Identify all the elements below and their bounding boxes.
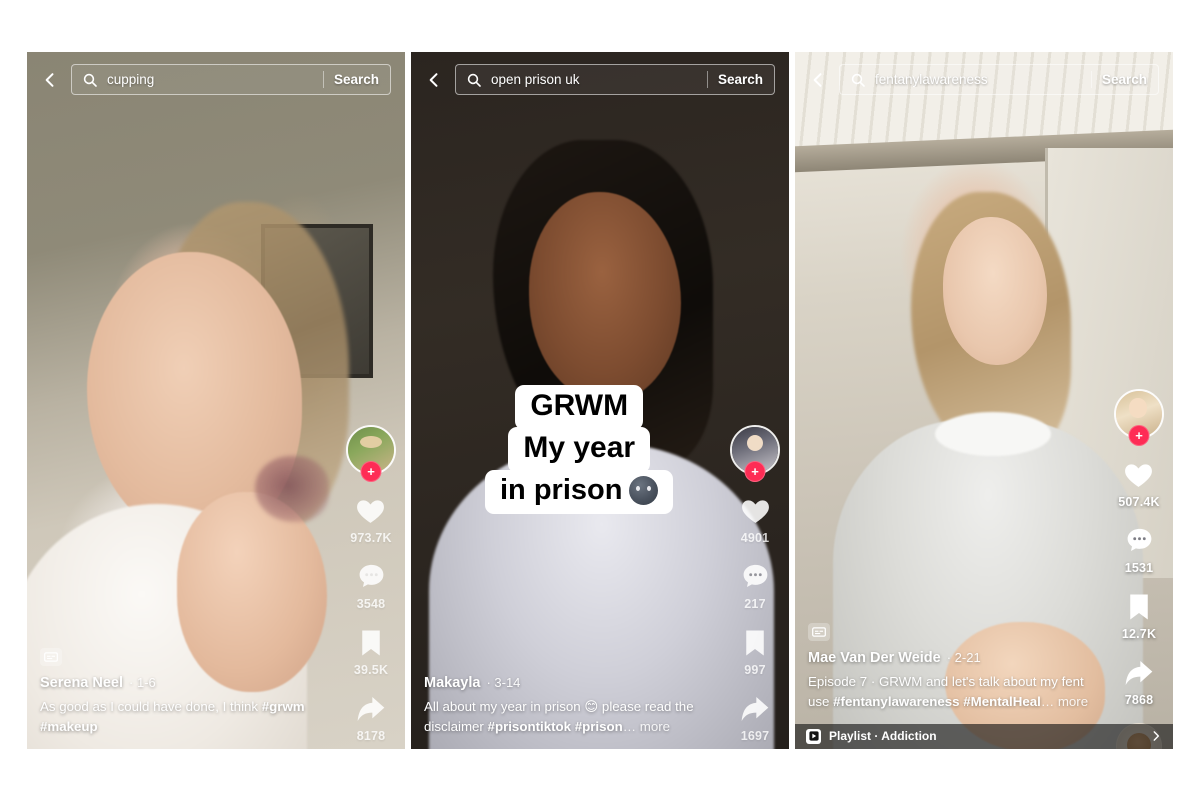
text-sticker-overlay: GRWM My year in prison (485, 384, 674, 515)
comment-button[interactable]: 3548 (352, 558, 390, 611)
search-icon (851, 73, 865, 87)
search-input[interactable]: cupping Search (71, 64, 391, 95)
search-input[interactable]: open prison uk Search (455, 64, 775, 95)
video-panel-open-prison-uk[interactable]: open prison uk Search GRWM My year in pr… (411, 51, 789, 749)
follow-button[interactable]: + (744, 460, 766, 482)
like-button[interactable]: 973.7K (350, 492, 392, 545)
chevron-left-icon (45, 72, 54, 87)
heart-icon (352, 492, 390, 530)
caption-text: As good as I could have done, I think #g… (40, 697, 339, 749)
author-name[interactable]: Makayla · 3-14 (424, 675, 723, 691)
comment-count: 3548 (356, 596, 386, 611)
search-button[interactable]: Search (334, 72, 388, 87)
playlist-bar[interactable]: Playlist · Addiction (795, 723, 1173, 749)
avatar[interactable]: + (730, 424, 780, 482)
search-topbar: fentanylawareness Search (795, 52, 1173, 108)
chevron-right-icon[interactable] (1149, 729, 1163, 743)
author-name-text: Serena Neel (40, 674, 124, 691)
chevron-left-icon (813, 72, 822, 87)
video-caption: Makayla · 3-14 All about my year in priso… (411, 675, 789, 749)
heart-icon (736, 492, 774, 530)
heart-icon (1120, 456, 1158, 494)
search-topbar: cupping Search (27, 52, 405, 108)
post-date: · 1-6 (129, 674, 156, 690)
caption-hashtags[interactable]: #fentanylawareness #MentalHeal (833, 694, 1041, 709)
closed-caption-icon[interactable] (808, 622, 830, 641)
new-moon-face-emoji (629, 475, 659, 505)
comment-icon (352, 558, 390, 596)
sticker-line-3-text: in prison (500, 473, 623, 506)
search-button[interactable]: Search (1102, 72, 1156, 87)
search-divider (1090, 71, 1092, 88)
search-divider (322, 71, 324, 88)
comment-icon (1120, 522, 1158, 560)
search-divider (706, 71, 708, 88)
back-button[interactable] (421, 67, 447, 93)
post-date: · 2-21 (946, 649, 981, 665)
comment-button[interactable]: 217 (736, 558, 774, 611)
author-name-text: Makayla (424, 674, 481, 691)
chevron-left-icon (429, 72, 438, 87)
caption-more-link[interactable]: … more (623, 719, 670, 734)
follow-button[interactable]: + (360, 460, 382, 482)
caption-text: Episode 7 · GRWM and let's talk about my… (808, 672, 1107, 724)
search-topbar: open prison uk Search (411, 52, 789, 108)
caption-hashtags[interactable]: #prisontiktok #prison (488, 719, 623, 734)
bookmark-button[interactable]: 997 (736, 624, 774, 677)
follow-button[interactable]: + (1128, 424, 1150, 446)
playlist-icon (806, 728, 821, 744)
video-panel-cupping[interactable]: cupping Search + 973.7K 3548 39.5K 8178 … (27, 51, 405, 749)
like-button[interactable]: 4901 (736, 492, 774, 545)
comment-icon (736, 558, 774, 596)
screenshot-board: cupping Search + 973.7K 3548 39.5K 8178 … (0, 0, 1200, 800)
search-query-text: open prison uk (491, 72, 580, 87)
search-icon (467, 73, 481, 87)
comment-count: 1531 (1124, 560, 1154, 575)
back-button[interactable] (805, 67, 831, 93)
search-button[interactable]: Search (718, 72, 772, 87)
author-name[interactable]: Mae Van Der Weide · 2-21 (808, 650, 1107, 666)
playlist-label: Playlist · Addiction (829, 729, 937, 743)
search-input[interactable]: fentanylawareness Search (839, 64, 1159, 95)
search-query-text: fentanylawareness (875, 72, 988, 87)
search-query-text: cupping (107, 72, 155, 87)
avatar[interactable]: + (1114, 388, 1164, 446)
like-count: 507.4K (1118, 494, 1160, 509)
comment-count: 217 (744, 596, 766, 611)
avatar[interactable]: + (346, 424, 396, 482)
like-count: 4901 (740, 530, 770, 545)
comment-button[interactable]: 1531 (1120, 522, 1158, 575)
bookmark-icon (1120, 588, 1158, 626)
author-name-text: Mae Van Der Weide (808, 649, 941, 666)
video-caption: Serena Neel · 1-6 As good as I could have… (27, 647, 405, 749)
search-icon (83, 73, 97, 87)
caption-text: All about my year in prison 😊 please rea… (424, 697, 723, 749)
author-name[interactable]: Serena Neel · 1-6 (40, 675, 339, 691)
sticker-line-2: My year (508, 427, 651, 473)
closed-caption-icon[interactable] (40, 647, 62, 666)
caption-more-link[interactable]: … more (1041, 694, 1088, 709)
video-panel-fentanylawareness[interactable]: fentanylawareness Search + 507.4K 1531 1… (795, 51, 1173, 749)
post-date: · 3-14 (486, 674, 521, 690)
like-button[interactable]: 507.4K (1118, 456, 1160, 509)
like-count: 973.7K (350, 530, 392, 545)
back-button[interactable] (37, 67, 63, 93)
bookmark-icon (736, 624, 774, 662)
sticker-line-3: in prison (485, 469, 674, 515)
sticker-line-1: GRWM (515, 384, 644, 431)
caption-plain: As good as I could have done, I think (40, 698, 262, 714)
